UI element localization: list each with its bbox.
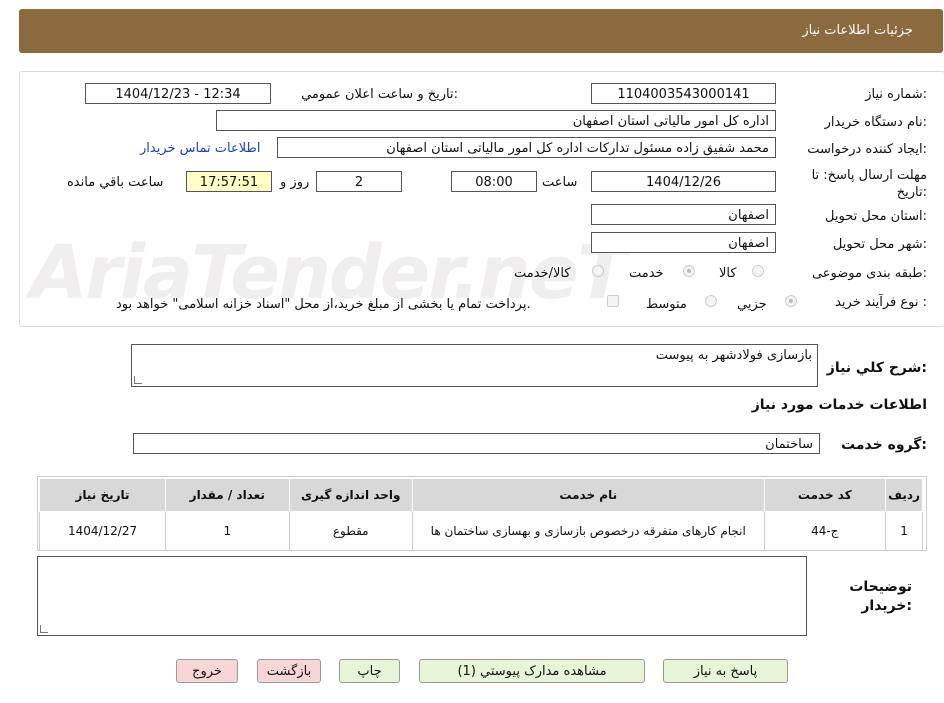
buyer-contact-link[interactable]: اطلاعات تماس خريدار [140,141,260,156]
reply-button[interactable]: پاسخ به نياز [663,659,788,683]
category-both-radio[interactable] [592,265,604,277]
treasury-checkbox[interactable] [607,295,619,307]
process-minor-radio[interactable] [785,295,797,307]
remaining-label: ساعت باقي مانده [67,175,164,190]
page-header: جزئيات اطلاعات نیاز [19,9,943,53]
col-code: کد خدمت [763,478,887,512]
table-row: 1 ج-44 انجام کارهای متفرقه درخصوص بازساز… [38,511,923,551]
description-text: بازسازی فولادشهر به پیوست [655,348,812,363]
time-label: ساعت [542,175,578,190]
category-service-label: خدمت [629,266,664,281]
print-button[interactable]: چاپ [339,659,400,683]
category-label: طبقه بندی موضوعی: [811,266,927,281]
back-button[interactable]: بازگشت [257,659,321,683]
category-goods-label: کالا [719,266,737,281]
announce-label: تاریخ و ساعت اعلان عمومي: [301,87,458,102]
process-medium-label: متوسط [646,297,687,312]
announce-datetime-field: 1404/12/23 - 12:34 [85,83,271,104]
city-label: شهر محل تحویل: [832,237,927,252]
description-textarea[interactable]: بازسازی فولادشهر به پیوست [131,344,818,387]
cell-code: ج-44 [763,511,887,551]
buyer-org-label: نام دستگاه خريدار: [824,115,927,130]
process-minor-label: جزيي [737,297,767,312]
cell-date: 1404/12/27 [38,511,167,551]
buyer-org-field: اداره کل امور مالياتی استان اصفهان [216,110,776,131]
cell-unit: مقطوع [288,511,413,551]
process-medium-radio[interactable] [705,295,717,307]
resize-grip-icon[interactable] [40,625,48,633]
payment-note: پرداخت تمام یا بخشی از مبلغ خرید،از محل … [116,297,531,312]
exit-button[interactable]: خروج [176,659,238,683]
category-both-label: کالا/خدمت [514,266,571,281]
remaining-time-field: 17:57:51 [186,171,272,192]
attachments-button[interactable]: مشاهده مدارک پیوستي (1) [419,659,645,683]
category-service-radio[interactable] [683,265,695,277]
service-group-field: ساختمان [133,433,820,454]
col-unit: واحد اندازه گیری [288,478,413,512]
services-table: رديف کد خدمت نام خدمت واحد اندازه گیری ت… [38,478,923,551]
buyer-notes-textarea[interactable] [37,556,807,636]
category-goods-radio[interactable] [752,265,764,277]
days-field: 2 [316,171,402,192]
requester-label: ايجاد کننده درخواست: [807,142,927,157]
days-label: روز و [280,175,310,190]
cell-name: انجام کارهای متفرقه درخصوص بازسازی و بهس… [411,511,765,551]
resize-grip-icon[interactable] [134,376,142,384]
province-label: استان محل تحویل: [825,209,927,224]
deadline-time-field: 08:00 [451,171,537,192]
buyer-notes-label: توضيحات خريدار: [849,579,912,614]
page-title: جزئيات اطلاعات نیاز [802,23,913,38]
col-date: تاریخ نیاز [38,478,167,512]
cell-index: 1 [885,511,923,551]
col-name: نام خدمت [411,478,765,512]
col-index: رديف [885,478,923,512]
city-field: اصفهان [591,232,776,253]
requester-field: محمد شفیق زاده مسئول تدارکات اداره کل ام… [277,137,776,158]
need-number-label: شماره نیاز: [865,87,927,102]
province-field: اصفهان [591,204,776,225]
col-qty: تعداد / مقدار [165,478,290,512]
services-title: اطلاعات خدمات مورد نیاز [751,397,927,413]
need-number-field: 1104003543000141 [591,83,776,104]
service-group-label: گروه خدمت: [841,437,927,453]
process-label: نوع فرآیند خرید : [835,295,927,310]
description-label: شرح كلي نياز: [826,360,927,376]
cell-qty: 1 [165,511,290,551]
deadline-date-field: 1404/12/26 [591,171,776,192]
deadline-label: مهلت ارسال پاسخ: تا تاريخ: [811,168,927,200]
